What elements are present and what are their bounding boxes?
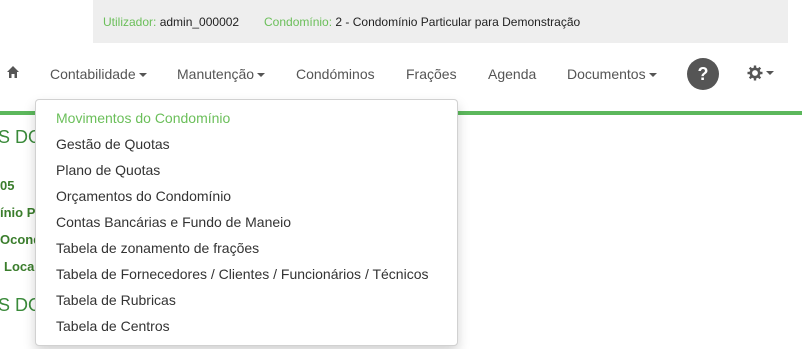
chevron-down-icon <box>648 73 657 78</box>
user-value: admin_000002 <box>159 15 240 29</box>
user-info: Utilizador: admin_000002 <box>103 15 239 29</box>
contabilidade-dropdown: Movimentos do Condomínio Gestão de Quota… <box>35 99 458 346</box>
menu-item-contas-bancarias[interactable]: Contas Bancárias e Fundo de Maneio <box>56 214 291 230</box>
bg-line-1: 05 <box>0 178 15 193</box>
nav-contabilidade-label: Contabilidade <box>50 66 136 82</box>
home-icon[interactable] <box>6 65 20 79</box>
gear-icon <box>747 65 763 81</box>
menu-item-gestao-quotas[interactable]: Gestão de Quotas <box>56 136 170 152</box>
help-button[interactable]: ? <box>687 58 719 90</box>
nav-condominos[interactable]: Condóminos <box>296 66 375 82</box>
nav-fracoes-label: Frações <box>406 66 457 82</box>
nav-fracoes[interactable]: Frações <box>406 66 457 82</box>
nav-contabilidade[interactable]: Contabilidade <box>50 66 147 82</box>
menu-item-rubricas[interactable]: Tabela de Rubricas <box>56 292 176 308</box>
nav-documentos[interactable]: Documentos <box>567 66 657 82</box>
menu-item-plano-quotas[interactable]: Plano de Quotas <box>56 162 160 178</box>
menu-item-orcamentos[interactable]: Orçamentos do Condomínio <box>56 188 231 204</box>
info-bar: Utilizador: admin_000002 Condomínio: 2 -… <box>93 0 788 43</box>
bg-line-4: Loca <box>4 259 35 274</box>
condo-label: Condomínio: <box>264 15 333 29</box>
condo-info: Condomínio: 2 - Condomínio Particular pa… <box>264 15 580 29</box>
chevron-down-icon <box>138 73 147 78</box>
nav-manutencao-label: Manutenção <box>177 66 255 82</box>
chevron-down-icon <box>257 73 266 78</box>
nav-condominos-label: Condóminos <box>296 66 375 82</box>
user-label: Utilizador: <box>103 15 157 29</box>
nav-manutencao[interactable]: Manutenção <box>177 66 266 82</box>
menu-item-fornecedores[interactable]: Tabela de Fornecedores / Clientes / Func… <box>56 266 429 282</box>
menu-item-zonamento[interactable]: Tabela de zonamento de frações <box>56 240 259 256</box>
nav-agenda-label: Agenda <box>488 66 537 82</box>
menu-item-centros[interactable]: Tabela de Centros <box>56 318 170 334</box>
nav-agenda[interactable]: Agenda <box>488 66 536 82</box>
nav-documentos-label: Documentos <box>567 66 646 82</box>
condo-value: 2 - Condomínio Particular para Demonstra… <box>335 15 581 29</box>
chevron-down-icon <box>766 70 774 75</box>
menu-item-movimentos[interactable]: Movimentos do Condomínio <box>56 110 230 126</box>
settings-menu[interactable] <box>747 64 775 82</box>
bg-line-2: ínio P <box>0 205 36 220</box>
